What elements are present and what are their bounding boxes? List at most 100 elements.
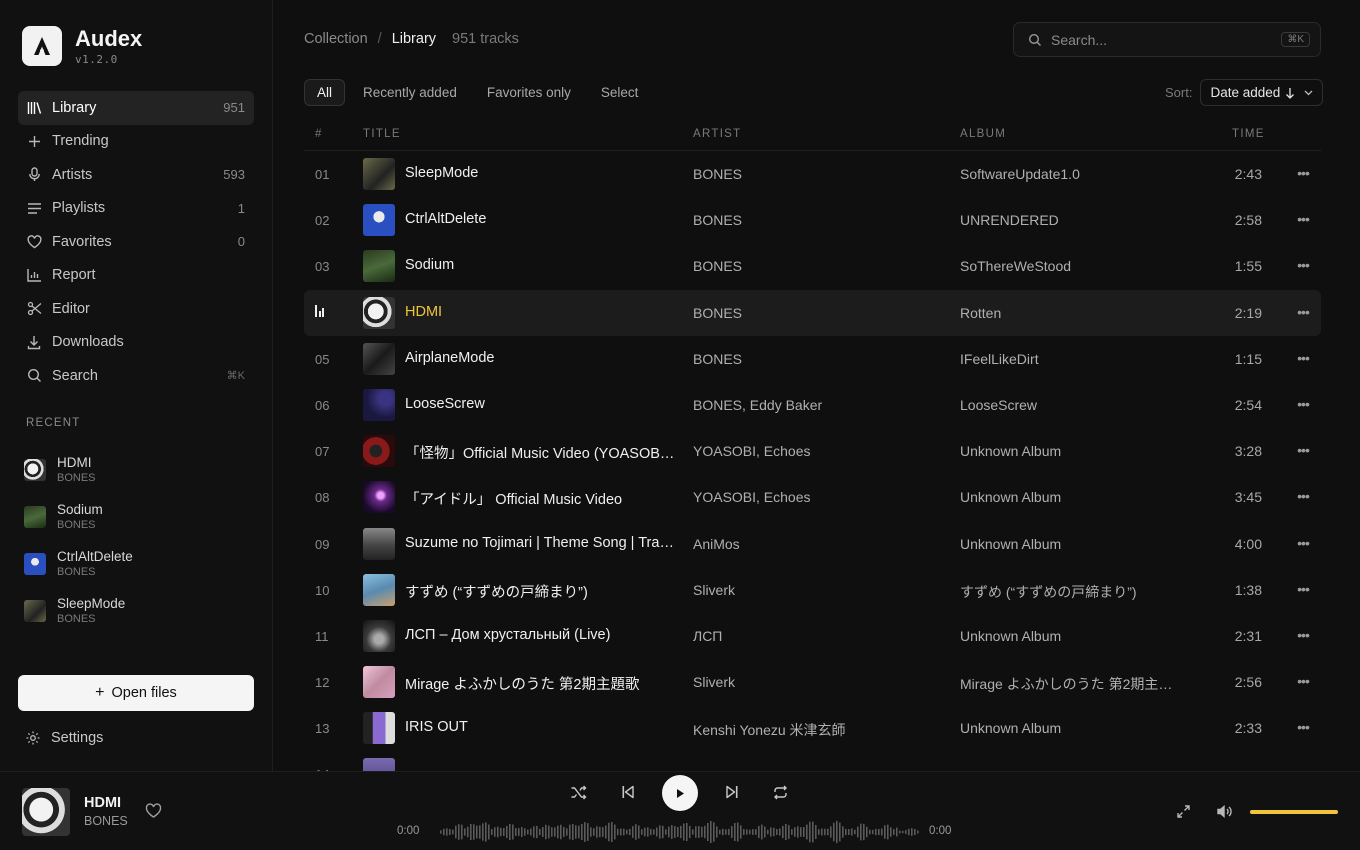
track-artist[interactable]: BONES bbox=[693, 305, 943, 321]
table-row[interactable]: 08 「アイドル」 Official Music Video YOASOBI, Ec… bbox=[304, 474, 1321, 520]
track-artist[interactable]: AniMos bbox=[693, 536, 943, 552]
sidebar-item-trending[interactable]: Trending bbox=[18, 125, 254, 159]
bar-chart-icon bbox=[26, 267, 42, 283]
sort-dropdown[interactable]: Date added bbox=[1200, 79, 1324, 106]
table-row-playing[interactable]: HDMI BONES Rotten 2:19 ••• bbox=[304, 289, 1321, 336]
more-options-icon[interactable]: ••• bbox=[1296, 394, 1310, 414]
heart-icon[interactable] bbox=[145, 803, 162, 819]
track-album[interactable]: Mirage よふかしのうた 第2期主題... bbox=[960, 674, 1182, 694]
more-options-icon[interactable]: ••• bbox=[1296, 533, 1310, 553]
brand[interactable]: Audex v1.2.0 bbox=[22, 26, 142, 66]
sidebar-item-label: Library bbox=[52, 99, 97, 116]
table-row[interactable]: 03 Sodium BONES SoThereWeStood 1:55 ••• bbox=[304, 243, 1321, 289]
settings-label: Settings bbox=[51, 730, 104, 746]
repeat-icon[interactable] bbox=[772, 784, 789, 801]
scissors-icon bbox=[26, 301, 42, 317]
table-row[interactable]: 12 Mirage よふかしのうた 第2期主題歌 Sliverk Mirage よふか… bbox=[304, 659, 1321, 705]
more-options-icon[interactable]: ••• bbox=[1296, 440, 1310, 460]
track-album[interactable]: SoThereWeStood bbox=[960, 258, 1182, 274]
table-row[interactable]: 10 すずめ (“すずめの戸締まり”) Sliverk すずめ (“すずめの戸締まり”… bbox=[304, 567, 1321, 613]
filter-select[interactable]: Select bbox=[589, 79, 651, 106]
sidebar-item-editor[interactable]: Editor bbox=[18, 292, 254, 326]
column-artist[interactable]: ARTIST bbox=[693, 128, 741, 140]
track-artist[interactable]: YOASOBI, Echoes bbox=[693, 489, 943, 505]
shuffle-icon[interactable] bbox=[570, 784, 587, 801]
track-duration: 3:28 bbox=[1234, 443, 1262, 460]
table-row[interactable]: 06 LooseScrew BONES, Eddy Baker LooseScrew 2… bbox=[304, 382, 1321, 428]
filter-favorites-only[interactable]: Favorites only bbox=[475, 79, 583, 106]
track-album[interactable]: Unknown Album bbox=[960, 443, 1182, 459]
waveform-scrubber[interactable] bbox=[440, 818, 920, 846]
recent-item[interactable]: SleepMode BONES bbox=[24, 587, 254, 634]
track-artist[interactable]: Sliverk bbox=[693, 582, 943, 598]
search-box[interactable]: ⌘K bbox=[1013, 22, 1321, 57]
sidebar-item-playlists[interactable]: Playlists 1 bbox=[18, 192, 254, 226]
more-options-icon[interactable]: ••• bbox=[1296, 255, 1310, 275]
column-album[interactable]: ALBUM bbox=[960, 128, 1006, 140]
sidebar-item-artists[interactable]: Artists 593 bbox=[18, 158, 254, 192]
recent-item[interactable]: HDMI BONES bbox=[24, 446, 254, 493]
track-artist[interactable]: BONES bbox=[693, 351, 943, 367]
track-artist[interactable]: Sliverk bbox=[693, 674, 943, 690]
table-row[interactable]: 01 SleepMode BONES SoftwareUpdate1.0 2:43 ••• bbox=[304, 151, 1321, 197]
column-time[interactable]: TIME bbox=[1232, 128, 1265, 140]
track-artwork bbox=[363, 296, 395, 329]
filter-recently-added[interactable]: Recently added bbox=[351, 79, 469, 106]
volume-icon[interactable] bbox=[1216, 804, 1233, 819]
table-row[interactable]: 11 ЛСП – Дом хрустальный (Live) ЛСП Unknown… bbox=[304, 613, 1321, 659]
sidebar-item-report[interactable]: Report bbox=[18, 259, 254, 293]
more-options-icon[interactable]: ••• bbox=[1296, 579, 1310, 599]
track-album[interactable]: SoftwareUpdate1.0 bbox=[960, 166, 1182, 182]
track-artist[interactable]: ЛСП bbox=[693, 628, 943, 644]
more-options-icon[interactable]: ••• bbox=[1296, 302, 1310, 322]
sidebar-item-library[interactable]: Library 951 bbox=[18, 91, 254, 125]
table-row[interactable]: 09 Suzume no Tojimari | Theme Song | Trai… bbox=[304, 521, 1321, 567]
recent-item[interactable]: Sodium BONES bbox=[24, 493, 254, 540]
track-album[interactable]: Unknown Album bbox=[960, 720, 1182, 736]
track-album[interactable]: すずめ (“すずめの戸締まり”) bbox=[960, 582, 1182, 602]
track-artist[interactable]: BONES bbox=[693, 166, 943, 182]
table-row[interactable]: 13 IRIS OUT Kenshi Yonezu 米津玄師 Unknown Albu… bbox=[304, 705, 1321, 751]
track-album[interactable]: UNRENDERED bbox=[960, 212, 1182, 228]
next-icon[interactable] bbox=[725, 784, 739, 800]
track-artist[interactable]: Kenshi Yonezu 米津玄師 bbox=[693, 720, 943, 740]
more-options-icon[interactable]: ••• bbox=[1296, 163, 1310, 183]
more-options-icon[interactable]: ••• bbox=[1296, 671, 1310, 691]
more-options-icon[interactable]: ••• bbox=[1296, 348, 1310, 368]
sidebar-item-favorites[interactable]: Favorites 0 bbox=[18, 225, 254, 259]
track-artist[interactable]: BONES, Eddy Baker bbox=[693, 397, 943, 413]
table-row[interactable]: 02 CtrlAltDelete BONES UNRENDERED 2:58 ••• bbox=[304, 197, 1321, 243]
track-album[interactable]: Unknown Album bbox=[960, 536, 1182, 552]
track-artist[interactable]: BONES bbox=[693, 212, 943, 228]
column-title[interactable]: TITLE bbox=[363, 128, 401, 140]
more-options-icon[interactable]: ••• bbox=[1296, 486, 1310, 506]
expand-icon[interactable] bbox=[1176, 804, 1191, 819]
table-row[interactable]: 05 AirplaneMode BONES IFeelLikeDirt 1:15 ••• bbox=[304, 336, 1321, 382]
table-row[interactable]: 07 「怪物」Official Music Video (YOASOBI ... Y… bbox=[304, 428, 1321, 474]
filter-all[interactable]: All bbox=[304, 79, 346, 106]
track-album[interactable]: IFeelLikeDirt bbox=[960, 351, 1182, 367]
track-album[interactable]: Unknown Album bbox=[960, 489, 1182, 505]
recent-item[interactable]: CtrlAltDelete BONES bbox=[24, 540, 254, 587]
more-options-icon[interactable]: ••• bbox=[1296, 209, 1310, 229]
track-album[interactable]: Rotten bbox=[960, 305, 1182, 321]
more-options-icon[interactable]: ••• bbox=[1296, 625, 1310, 645]
current-time: 0:00 bbox=[397, 825, 420, 837]
now-playing-artwork[interactable] bbox=[22, 788, 70, 836]
track-artist[interactable]: BONES bbox=[693, 258, 943, 274]
table-row[interactable]: 14 bbox=[304, 751, 1321, 771]
more-options-icon[interactable]: ••• bbox=[1296, 717, 1310, 737]
track-artist[interactable]: YOASOBI, Echoes bbox=[693, 443, 943, 459]
search-input[interactable] bbox=[1051, 31, 1282, 48]
open-files-button[interactable]: + Open files bbox=[18, 675, 254, 711]
track-title: LooseScrew bbox=[405, 395, 485, 412]
track-album[interactable]: Unknown Album bbox=[960, 628, 1182, 644]
play-button[interactable] bbox=[662, 775, 698, 811]
breadcrumb-root[interactable]: Collection bbox=[304, 31, 368, 47]
sidebar-item-downloads[interactable]: Downloads bbox=[18, 326, 254, 360]
track-album[interactable]: LooseScrew bbox=[960, 397, 1182, 413]
previous-icon[interactable] bbox=[621, 784, 635, 800]
sidebar-item-search[interactable]: Search ⌘K bbox=[18, 359, 254, 393]
volume-slider[interactable] bbox=[1250, 810, 1338, 814]
settings-link[interactable]: Settings bbox=[25, 727, 103, 749]
